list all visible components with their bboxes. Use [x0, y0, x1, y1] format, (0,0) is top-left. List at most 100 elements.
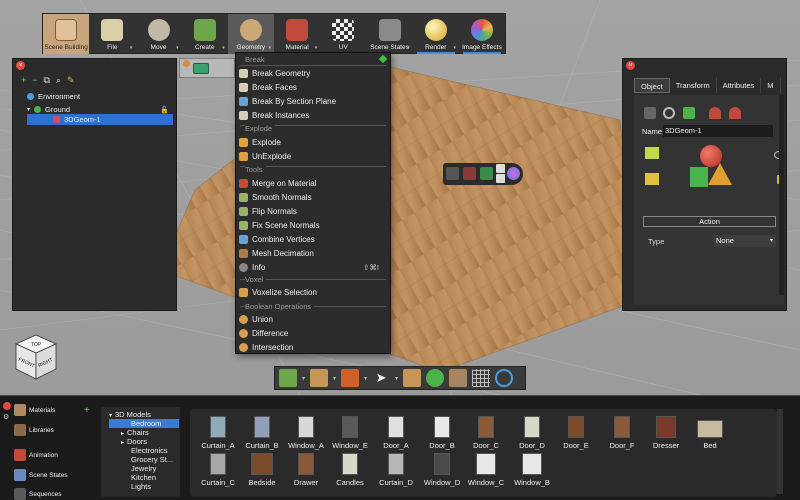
- floor-plane-icon[interactable]: [310, 369, 329, 387]
- menu-item-union[interactable]: Union: [239, 313, 387, 326]
- grid-toggle-icon[interactable]: [472, 369, 491, 387]
- paint-icon[interactable]: ✎: [67, 75, 75, 86]
- category-kitchen[interactable]: Kitchen: [131, 473, 156, 482]
- chevron-down-icon[interactable]: ▾: [364, 375, 367, 382]
- chevron-down-icon[interactable]: ▾: [302, 375, 305, 382]
- category-bedroom[interactable]: Bedroom: [109, 419, 179, 428]
- toolbar-image-effects[interactable]: Image Effects: [459, 14, 505, 54]
- category-3d-models[interactable]: ▾ 3D Models: [109, 410, 151, 419]
- tab-transform[interactable]: Transform: [670, 78, 717, 93]
- close-icon[interactable]: ×: [626, 61, 635, 70]
- library-item[interactable]: Bedside: [242, 453, 282, 487]
- menu-item-break-geometry[interactable]: Break Geometry: [239, 67, 387, 80]
- side-item-animation[interactable]: Animation: [14, 449, 58, 461]
- library-scrollbar[interactable]: [777, 409, 783, 494]
- snap-magnet-alt-icon[interactable]: [729, 107, 741, 119]
- chevron-down-icon[interactable]: ▾: [395, 375, 398, 382]
- toolbar-material[interactable]: Material ▾: [274, 14, 320, 54]
- properties-scrollbar[interactable]: [779, 95, 784, 295]
- library-item[interactable]: Window_A: [286, 416, 326, 450]
- menu-item-break-by-section-plane[interactable]: Break By Section Plane: [239, 95, 387, 108]
- lock-icon[interactable]: 🔓: [160, 106, 169, 114]
- refresh-view-icon[interactable]: [495, 369, 514, 387]
- menu-item-flip-normals[interactable]: Flip Normals: [239, 205, 387, 218]
- name-field[interactable]: 3DGeom-1: [663, 125, 773, 137]
- toolbar-file[interactable]: File ▾: [89, 14, 135, 54]
- menu-item-combine-vertices[interactable]: Combine Vertices: [239, 233, 387, 246]
- library-item[interactable]: Door_B: [422, 416, 462, 450]
- move-arrows-icon[interactable]: [446, 167, 459, 180]
- side-item-libraries[interactable]: Libraries: [14, 424, 54, 436]
- snap-magnet-icon[interactable]: [709, 107, 721, 119]
- cursor-select-icon[interactable]: ➤: [372, 369, 390, 387]
- side-item-sequences[interactable]: Sequences: [14, 488, 62, 500]
- library-item[interactable]: Curtain_C: [198, 453, 238, 487]
- menu-item-difference[interactable]: Difference: [239, 327, 387, 340]
- ground-shadow-icon[interactable]: [449, 369, 468, 387]
- menu-item-explode[interactable]: Explode: [239, 136, 387, 149]
- library-item[interactable]: Window_E: [330, 416, 370, 450]
- camera-tab[interactable]: [179, 58, 235, 78]
- menu-item-merge-on-material[interactable]: Merge on Material: [239, 177, 387, 190]
- toolbar-geometry[interactable]: Geometry ▾: [227, 14, 275, 54]
- menu-item-voxelize-selection[interactable]: Voxelize Selection: [239, 286, 387, 299]
- tab-attributes[interactable]: Attributes: [717, 78, 762, 93]
- tab-more[interactable]: M: [761, 78, 781, 93]
- solid-cube-icon[interactable]: [341, 369, 360, 387]
- category-chairs[interactable]: ▸ Chairs: [121, 428, 149, 437]
- group-icon[interactable]: ⧉: [44, 75, 50, 86]
- toolbar-uv[interactable]: UV: [320, 14, 366, 54]
- library-item[interactable]: Curtain_D: [376, 453, 416, 487]
- chevron-up-icon[interactable]: [496, 164, 505, 173]
- link-icon[interactable]: [480, 167, 493, 180]
- tab-object[interactable]: Object: [634, 78, 670, 93]
- category-doors[interactable]: ▸ Doors: [121, 437, 147, 446]
- remove-icon[interactable]: −: [32, 75, 37, 86]
- side-item-materials[interactable]: Materials: [14, 404, 55, 416]
- navigation-cube[interactable]: TOP FRONT RIGHT: [14, 333, 58, 381]
- side-item-scene-states[interactable]: Scene States: [14, 469, 68, 481]
- library-item[interactable]: Door_D: [512, 416, 552, 450]
- library-item[interactable]: Window_B: [512, 453, 552, 487]
- library-item[interactable]: Door_F: [602, 416, 642, 450]
- menu-item-smooth-normals[interactable]: Smooth Normals: [239, 191, 387, 204]
- add-icon[interactable]: +: [21, 75, 26, 86]
- action-section-header[interactable]: Action: [643, 216, 776, 227]
- chevron-down-icon[interactable]: [496, 174, 505, 183]
- chevron-down-icon[interactable]: ▾: [27, 106, 30, 113]
- object-group-icon[interactable]: [645, 147, 659, 159]
- material-balls-icon[interactable]: [507, 167, 520, 180]
- category-jewelry[interactable]: Jewelry: [131, 464, 156, 473]
- toolbar-create[interactable]: Create ▾: [182, 14, 228, 54]
- chevron-down-icon[interactable]: ▾: [333, 375, 336, 382]
- category-grocery[interactable]: Grocery St...: [131, 455, 173, 464]
- toolbar-render[interactable]: Render ▾: [413, 14, 459, 54]
- rotate-icon[interactable]: [663, 107, 675, 119]
- scale-icon[interactable]: [683, 107, 695, 119]
- library-item[interactable]: Curtain_B: [242, 416, 282, 450]
- library-item[interactable]: Door_C: [466, 416, 506, 450]
- pin-icon[interactable]: [378, 54, 388, 64]
- menu-item-break-faces[interactable]: Break Faces: [239, 81, 387, 94]
- toolbar-scene-states[interactable]: Scene States ▾: [366, 14, 412, 54]
- select-icon[interactable]: [644, 107, 656, 119]
- tree-item-environment[interactable]: Environment: [27, 91, 80, 102]
- library-item[interactable]: Dresser: [646, 416, 686, 450]
- menu-item-info[interactable]: Info ⇧⌘I: [239, 261, 387, 274]
- snap-grid-icon[interactable]: [403, 369, 422, 387]
- magnet-icon[interactable]: [463, 167, 476, 180]
- close-icon[interactable]: [183, 60, 190, 67]
- menu-item-break-instances[interactable]: Break Instances: [239, 109, 387, 122]
- primitive-cube-icon[interactable]: [279, 369, 297, 387]
- tree-item-3dgeom[interactable]: 3DGeom-1: [27, 114, 173, 125]
- library-item[interactable]: Door_A: [376, 416, 416, 450]
- close-icon[interactable]: ×: [16, 61, 25, 70]
- category-lights[interactable]: Lights: [131, 482, 151, 491]
- toolbar-scene-building[interactable]: Scene Building: [43, 14, 90, 54]
- menu-item-fix-scene-normals[interactable]: Fix Scene Normals: [239, 219, 387, 232]
- library-item[interactable]: Curtain_A: [198, 416, 238, 450]
- category-electronics[interactable]: Electronics: [131, 446, 168, 455]
- library-item[interactable]: Door_E: [556, 416, 596, 450]
- add-object-icon[interactable]: [426, 369, 445, 387]
- menu-item-unexplode[interactable]: UnExplode: [239, 150, 387, 163]
